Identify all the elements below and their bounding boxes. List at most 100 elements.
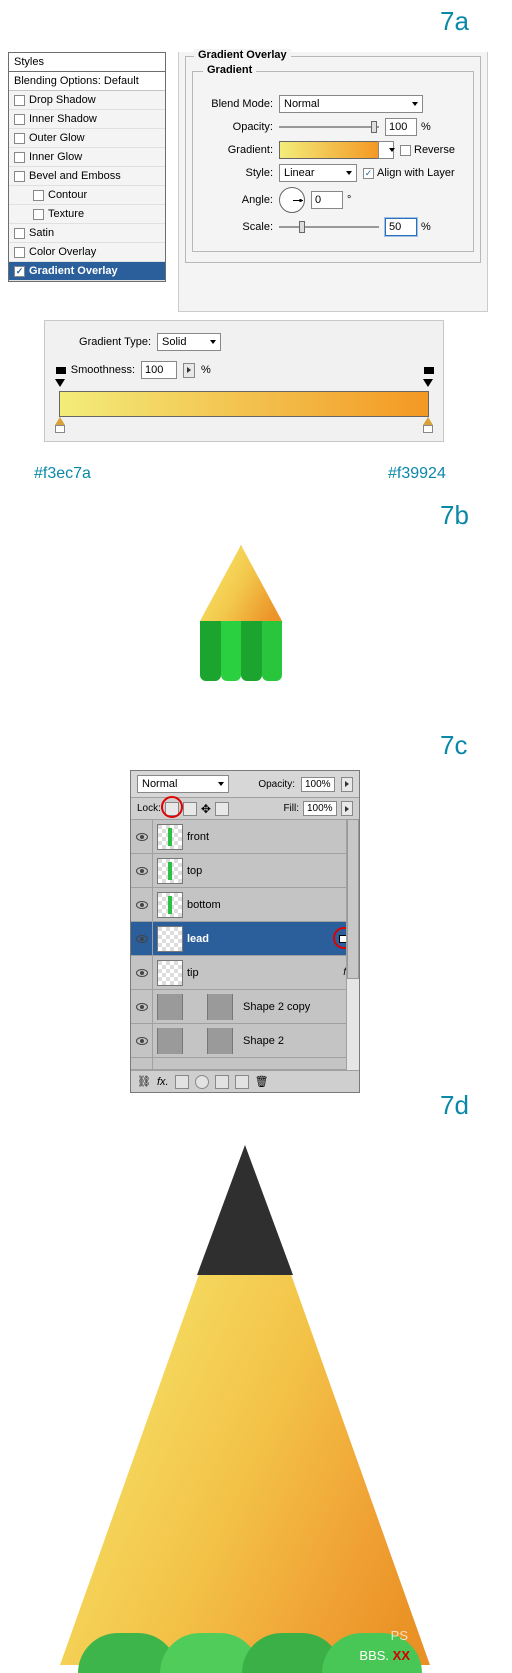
- opacity-slider[interactable]: [279, 121, 379, 133]
- reverse-checkbox[interactable]: Reverse: [400, 144, 455, 156]
- color-stop-right[interactable]: [423, 417, 433, 429]
- layer-blend-select[interactable]: Normal: [137, 775, 229, 793]
- gradient-bar[interactable]: [59, 391, 429, 417]
- color-code-left: #f3ec7a: [34, 465, 91, 483]
- style-color-overlay[interactable]: Color Overlay: [9, 243, 165, 262]
- scale-slider[interactable]: [279, 221, 379, 233]
- angle-input[interactable]: 0: [311, 191, 343, 209]
- style-inner-glow[interactable]: Inner Glow: [9, 148, 165, 167]
- layer-thumb: [157, 892, 183, 918]
- smoothness-input[interactable]: 100: [141, 361, 177, 379]
- checkbox-icon[interactable]: [14, 133, 25, 144]
- blending-options-row[interactable]: Blending Options: Default: [9, 72, 165, 91]
- style-satin[interactable]: Satin: [9, 224, 165, 243]
- layer-name: Shape 2: [243, 1035, 284, 1047]
- scrollbar[interactable]: [346, 819, 359, 1070]
- eye-icon: [136, 833, 148, 841]
- fx-button[interactable]: fx.: [157, 1076, 169, 1088]
- layers-panel: Normal Opacity: 100% Lock: ✥ Fill: 100% …: [130, 770, 360, 1093]
- style-label: Outer Glow: [29, 132, 85, 144]
- visibility-toggle[interactable]: [131, 820, 153, 853]
- gradient-editor: Gradient Type: Solid Smoothness: 100 %: [44, 320, 444, 442]
- checkbox-icon[interactable]: [33, 209, 44, 220]
- checkbox-icon[interactable]: [14, 266, 25, 277]
- style-bevel-emboss[interactable]: Bevel and Emboss: [9, 167, 165, 186]
- layer-thumb: [157, 926, 183, 952]
- layer-shape2[interactable]: Shape 2: [131, 1024, 359, 1058]
- opacity-stop-right[interactable]: [423, 379, 433, 391]
- visibility-toggle[interactable]: [131, 956, 153, 989]
- checkbox-icon[interactable]: [14, 152, 25, 163]
- layer-name: Shape 2 copy: [243, 1001, 310, 1013]
- adjustment-button[interactable]: [195, 1075, 209, 1089]
- layer-thumb: [157, 824, 183, 850]
- style-gradient-overlay[interactable]: Gradient Overlay: [9, 262, 165, 281]
- layer-top[interactable]: top: [131, 854, 359, 888]
- styles-list: Styles Blending Options: Default Drop Sh…: [8, 52, 166, 282]
- checkbox-icon: [400, 145, 411, 156]
- smoothness-label: Smoothness:: [59, 364, 135, 376]
- lock-all-icon[interactable]: [215, 802, 229, 816]
- angle-dial[interactable]: [279, 187, 305, 213]
- visibility-toggle[interactable]: [131, 1024, 153, 1057]
- layer-tip[interactable]: tip fx ▸: [131, 956, 359, 990]
- gradient-swatch[interactable]: [279, 141, 379, 159]
- fill-label: Fill:: [283, 803, 299, 814]
- layer-shape2copy[interactable]: Shape 2 copy: [131, 990, 359, 1024]
- gradient-picker-btn[interactable]: [378, 141, 394, 159]
- blend-mode-select[interactable]: Normal: [279, 95, 423, 113]
- style-select[interactable]: Linear: [279, 164, 357, 182]
- gradient-type-select[interactable]: Solid: [157, 333, 221, 351]
- lock-paint-icon[interactable]: [183, 802, 197, 816]
- layer-opacity-input[interactable]: 100%: [301, 777, 335, 792]
- style-outer-glow[interactable]: Outer Glow: [9, 129, 165, 148]
- pct-sign: %: [421, 121, 431, 133]
- checkbox-icon[interactable]: [14, 114, 25, 125]
- stepper-btn[interactable]: [183, 363, 195, 378]
- angle-label: Angle:: [201, 194, 273, 206]
- checkbox-icon[interactable]: [14, 171, 25, 182]
- visibility-toggle[interactable]: [131, 888, 153, 921]
- style-label: Bevel and Emboss: [29, 170, 121, 182]
- visibility-toggle[interactable]: [131, 854, 153, 887]
- group-button[interactable]: [215, 1075, 229, 1089]
- style-texture[interactable]: Texture: [9, 205, 165, 224]
- layers-toolbar: ⛓ fx. 🗑: [131, 1070, 359, 1092]
- layer-thumb: [157, 858, 183, 884]
- style-drop-shadow[interactable]: Drop Shadow: [9, 91, 165, 110]
- style-inner-shadow[interactable]: Inner Shadow: [9, 110, 165, 129]
- new-layer-button[interactable]: [235, 1075, 249, 1089]
- visibility-toggle[interactable]: [131, 990, 153, 1023]
- step-label-7c: 7c: [440, 730, 467, 761]
- layer-partial[interactable]: [131, 1058, 359, 1070]
- color-stop-left[interactable]: [55, 417, 65, 429]
- visibility-toggle[interactable]: [131, 1058, 153, 1069]
- style-label: Style:: [201, 167, 273, 179]
- checkbox-icon[interactable]: [14, 228, 25, 239]
- opacity-input[interactable]: 100: [385, 118, 417, 136]
- link-layers-icon[interactable]: ⛓: [137, 1075, 151, 1088]
- fill-input[interactable]: 100%: [303, 801, 337, 816]
- layer-name: bottom: [187, 899, 221, 911]
- stepper-btn[interactable]: [341, 801, 353, 816]
- lock-label: Lock:: [137, 803, 161, 814]
- pencil-preview-small: [200, 545, 282, 681]
- checkbox-icon[interactable]: [33, 190, 44, 201]
- styles-title: Styles: [9, 53, 165, 72]
- checkbox-icon[interactable]: [14, 95, 25, 106]
- layer-bottom[interactable]: bottom: [131, 888, 359, 922]
- mask-button[interactable]: [175, 1075, 189, 1089]
- opacity-stop-left[interactable]: [55, 379, 65, 391]
- trash-button[interactable]: 🗑: [255, 1075, 269, 1088]
- pct-sign: %: [201, 364, 211, 376]
- checkbox-icon[interactable]: [14, 247, 25, 258]
- scale-input[interactable]: 50: [385, 218, 417, 236]
- lock-move-icon[interactable]: ✥: [201, 802, 211, 816]
- style-contour[interactable]: Contour: [9, 186, 165, 205]
- stepper-btn[interactable]: [341, 777, 353, 792]
- visibility-toggle[interactable]: [131, 922, 153, 955]
- align-label: Align with Layer: [377, 167, 455, 179]
- layer-lead[interactable]: lead: [131, 922, 359, 956]
- align-checkbox[interactable]: Align with Layer: [363, 167, 455, 179]
- layer-front[interactable]: front: [131, 820, 359, 854]
